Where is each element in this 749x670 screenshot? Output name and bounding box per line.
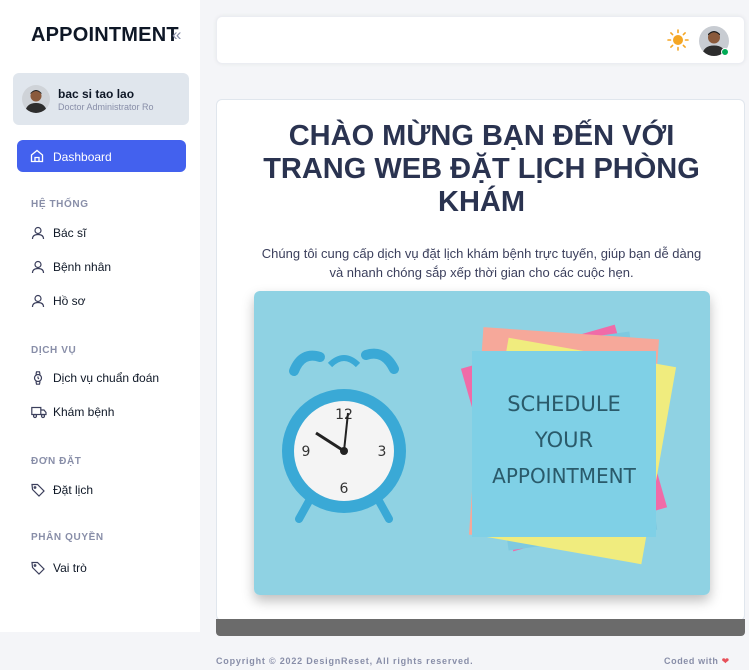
truck-icon	[31, 405, 47, 424]
hero-note-line: APPOINTMENT	[492, 464, 636, 488]
welcome-description: Chúng tôi cung cấp dịch vụ đặt lịch khám…	[229, 244, 734, 282]
user-icon	[31, 226, 45, 245]
sidebar: APPOINTMENT « bac si tao lao Doctor Admi…	[0, 0, 200, 632]
welcome-title-line: CHÀO MỪNG BẠN ĐẾN VỚI	[288, 120, 675, 152]
hero-note-line: SCHEDULE	[507, 392, 621, 416]
tag-icon	[31, 561, 45, 580]
section-title-he-thong: HỆ THỐNG	[31, 199, 89, 210]
user-icon	[31, 294, 45, 313]
section-title-dich-vu: DỊCH VỤ	[31, 345, 77, 356]
nav-item-label: Dịch vụ chuẩn đoán	[53, 371, 160, 385]
home-icon	[30, 149, 44, 168]
nav-item-kham-benh[interactable]: Khám bệnh	[31, 402, 181, 422]
svg-text:3: 3	[378, 444, 387, 460]
avatar	[22, 85, 50, 113]
description-line: Chúng tôi cung cấp dịch vụ đặt lịch khám…	[261, 246, 702, 261]
user-profile-card[interactable]: bac si tao lao Doctor Administrator Ro	[13, 73, 189, 125]
footer-coded-with: Coded with ❤	[664, 656, 730, 667]
svg-text:12: 12	[335, 407, 353, 423]
hero-image: SCHEDULE YOUR APPOINTMENT 12 3 6 9	[254, 291, 710, 595]
section-title-don-dat: ĐƠN ĐẶT	[31, 456, 82, 467]
nav-item-label: Khám bệnh	[53, 405, 115, 419]
description-line: và nhanh chóng sắp xếp thời gian cho các…	[329, 265, 634, 280]
hero-note-line: YOUR	[534, 428, 593, 452]
welcome-card: CHÀO MỪNG BẠN ĐẾN VỚI TRANG WEB ĐẶT LỊCH…	[216, 99, 745, 621]
sun-icon[interactable]	[667, 29, 689, 56]
nav-item-label: Hồ sơ	[53, 294, 86, 308]
svg-text:9: 9	[302, 444, 311, 460]
nav-item-label: Bác sĩ	[53, 226, 87, 240]
nav-item-dashboard[interactable]: Dashboard	[17, 140, 186, 172]
nav-item-dat-lich[interactable]: Đặt lịch	[31, 480, 181, 500]
heart-icon: ❤	[721, 656, 730, 666]
welcome-title-line: TRANG WEB ĐẶT LỊCH PHÒNG	[263, 153, 700, 185]
welcome-title: CHÀO MỪNG BẠN ĐẾN VỚI TRANG WEB ĐẶT LỊCH…	[217, 120, 746, 219]
nav-item-label: Bệnh nhân	[53, 260, 112, 274]
tag-icon	[31, 483, 45, 502]
nav-item-label: Đặt lịch	[53, 483, 94, 497]
chevrons-left-icon[interactable]: «	[172, 25, 181, 45]
watch-icon	[31, 371, 45, 390]
nav-item-label: Dashboard	[53, 150, 112, 164]
footer-copyright: Copyright © 2022 DesignReset, All rights…	[216, 656, 474, 666]
nav-item-benh-nhan[interactable]: Bệnh nhân	[31, 257, 181, 277]
svg-text:6: 6	[340, 481, 349, 497]
profile-name: bac si tao lao	[58, 87, 135, 101]
nav-item-label: Vai trò	[53, 561, 87, 575]
nav-item-dich-vu-chuan-doan[interactable]: Dịch vụ chuẩn đoán	[31, 368, 181, 388]
online-status-dot	[721, 48, 729, 56]
footer-coded-label: Coded with	[664, 656, 719, 666]
card-footer-bar	[216, 619, 745, 636]
nav-item-vai-tro[interactable]: Vai trò	[31, 558, 181, 578]
user-icon	[31, 260, 45, 279]
profile-role: Doctor Administrator Ro	[58, 102, 154, 112]
welcome-title-line: KHÁM	[438, 186, 525, 218]
top-navbar	[216, 16, 745, 64]
brand-title[interactable]: APPOINTMENT	[31, 24, 179, 47]
section-title-phan-quyen: PHÂN QUYỀN	[31, 532, 104, 543]
nav-item-bac-si[interactable]: Bác sĩ	[31, 223, 181, 243]
nav-item-ho-so[interactable]: Hồ sơ	[31, 291, 181, 311]
